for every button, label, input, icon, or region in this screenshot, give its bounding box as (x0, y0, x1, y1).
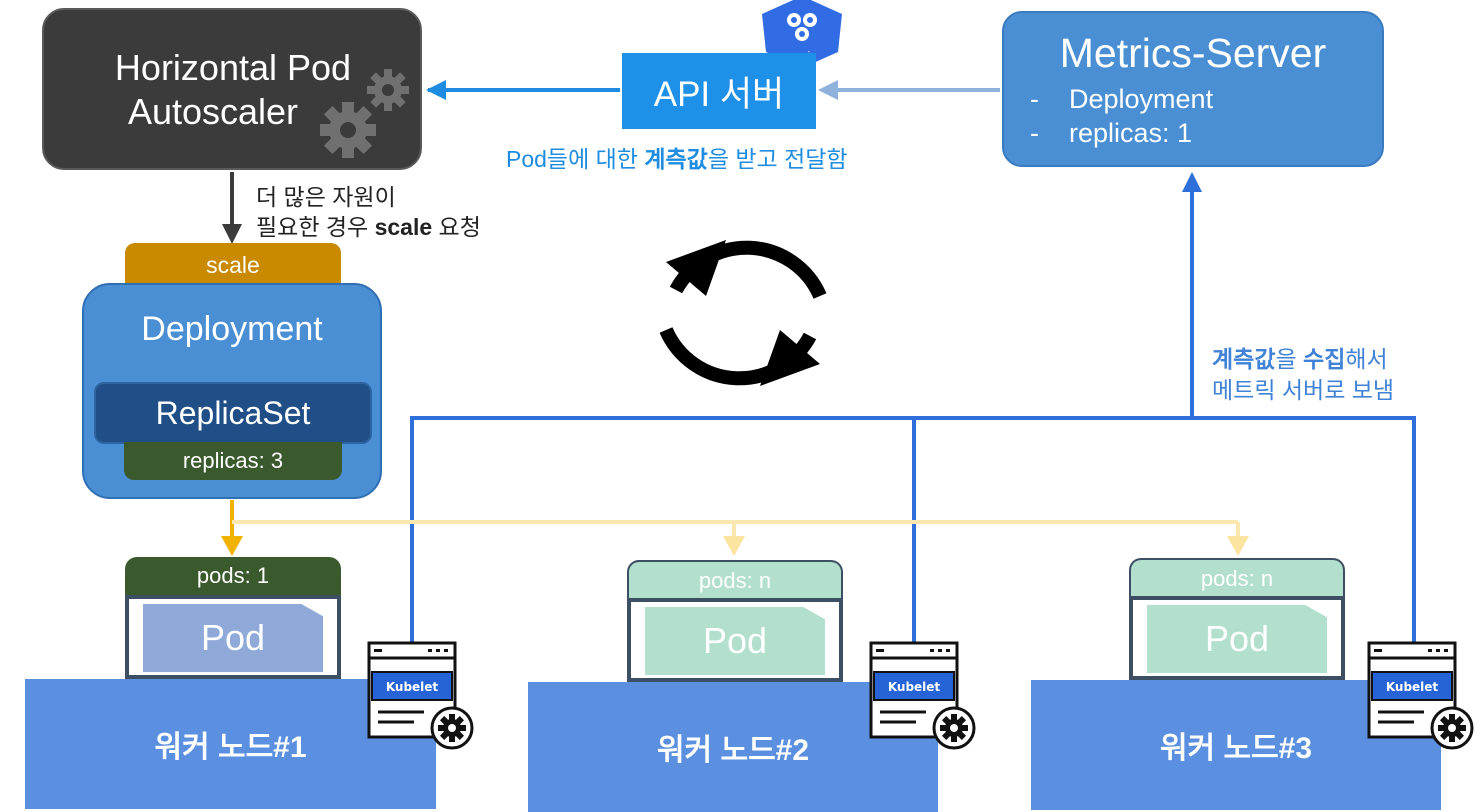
pod-3: Pod (1147, 605, 1327, 673)
replicaset-box: ReplicaSet (94, 382, 372, 444)
caption-pre: Pod들에 대한 (506, 146, 645, 172)
pods-count-tab-3: pods: n (1129, 558, 1345, 598)
kubelet-label-1: Kubelet (386, 680, 439, 694)
collect-note-line2: 메트릭 서버로 보냄 (1212, 377, 1395, 403)
collect-bold-1: 계측값 (1212, 346, 1276, 372)
deploy-to-pods-arrowhead-3 (1227, 536, 1249, 556)
collect-post: 해서 (1345, 346, 1388, 372)
metrics-to-api-arrowhead (818, 80, 838, 100)
scale-note-line1: 더 많은 자원이 (256, 184, 396, 210)
kubelet-icon-3: Kubelet (1367, 641, 1474, 750)
collect-to-metrics-arrowhead (1182, 172, 1202, 192)
collect-note-line1: 계측값을 수집해서 (1212, 344, 1394, 375)
gear-icon (320, 69, 409, 158)
replicas-badge: replicas: 3 (124, 442, 342, 480)
caption-bold: 계측값 (644, 146, 708, 172)
collect-bold-2: 수집 (1303, 346, 1346, 372)
collect-note: 계측값을 수집해서 메트릭 서버로 보냄 (1212, 344, 1394, 406)
metrics-bullet-2-text: replicas: 1 (1069, 118, 1193, 148)
caption-post: 을 받고 전달함 (707, 146, 848, 172)
pod-2: Pod (645, 607, 825, 675)
pod-1: Pod (143, 604, 323, 672)
deploy-to-pods-arrowhead-2 (723, 536, 745, 556)
metrics-bullet-2: - replicas: 1 (1030, 118, 1193, 148)
api-to-hpa-arrowhead (426, 80, 446, 100)
kubelet-label-2: Kubelet (888, 680, 941, 694)
scale-request-note: 더 많은 자원이 필요한 경우 scale 요청 (256, 182, 481, 242)
scale-note-bold: scale (374, 214, 433, 240)
pods-count-tab-2: pods: n (627, 560, 843, 600)
collect-mid: 을 (1275, 346, 1304, 372)
api-server-box: API 서버 (622, 53, 816, 129)
reconcile-loop-icon (659, 240, 827, 386)
scale-note-line2: 필요한 경우 scale 요청 (256, 212, 481, 242)
scale-note-pre: 필요한 경우 (256, 214, 375, 240)
metrics-bullet-1-text: Deployment (1069, 84, 1214, 114)
kubelet-label-3: Kubelet (1386, 680, 1439, 694)
deployment-title: Deployment (141, 310, 323, 348)
pods-count-tab-1: pods: 1 (125, 557, 341, 597)
scale-tab: scale (125, 243, 341, 285)
api-server-caption: Pod들에 대한 계측값을 받고 전달함 (506, 140, 848, 174)
kubelet-icon-1: Kubelet (367, 641, 474, 750)
hpa-to-deployment-arrowhead (222, 224, 242, 244)
metrics-bullet-1: - Deployment (1030, 84, 1214, 114)
scale-note-post: 요청 (432, 214, 481, 240)
kubelet-icon-2: Kubelet (869, 641, 976, 750)
deploy-to-pods-arrowhead-1 (221, 536, 243, 556)
metrics-server-title: Metrics-Server (1059, 30, 1327, 76)
